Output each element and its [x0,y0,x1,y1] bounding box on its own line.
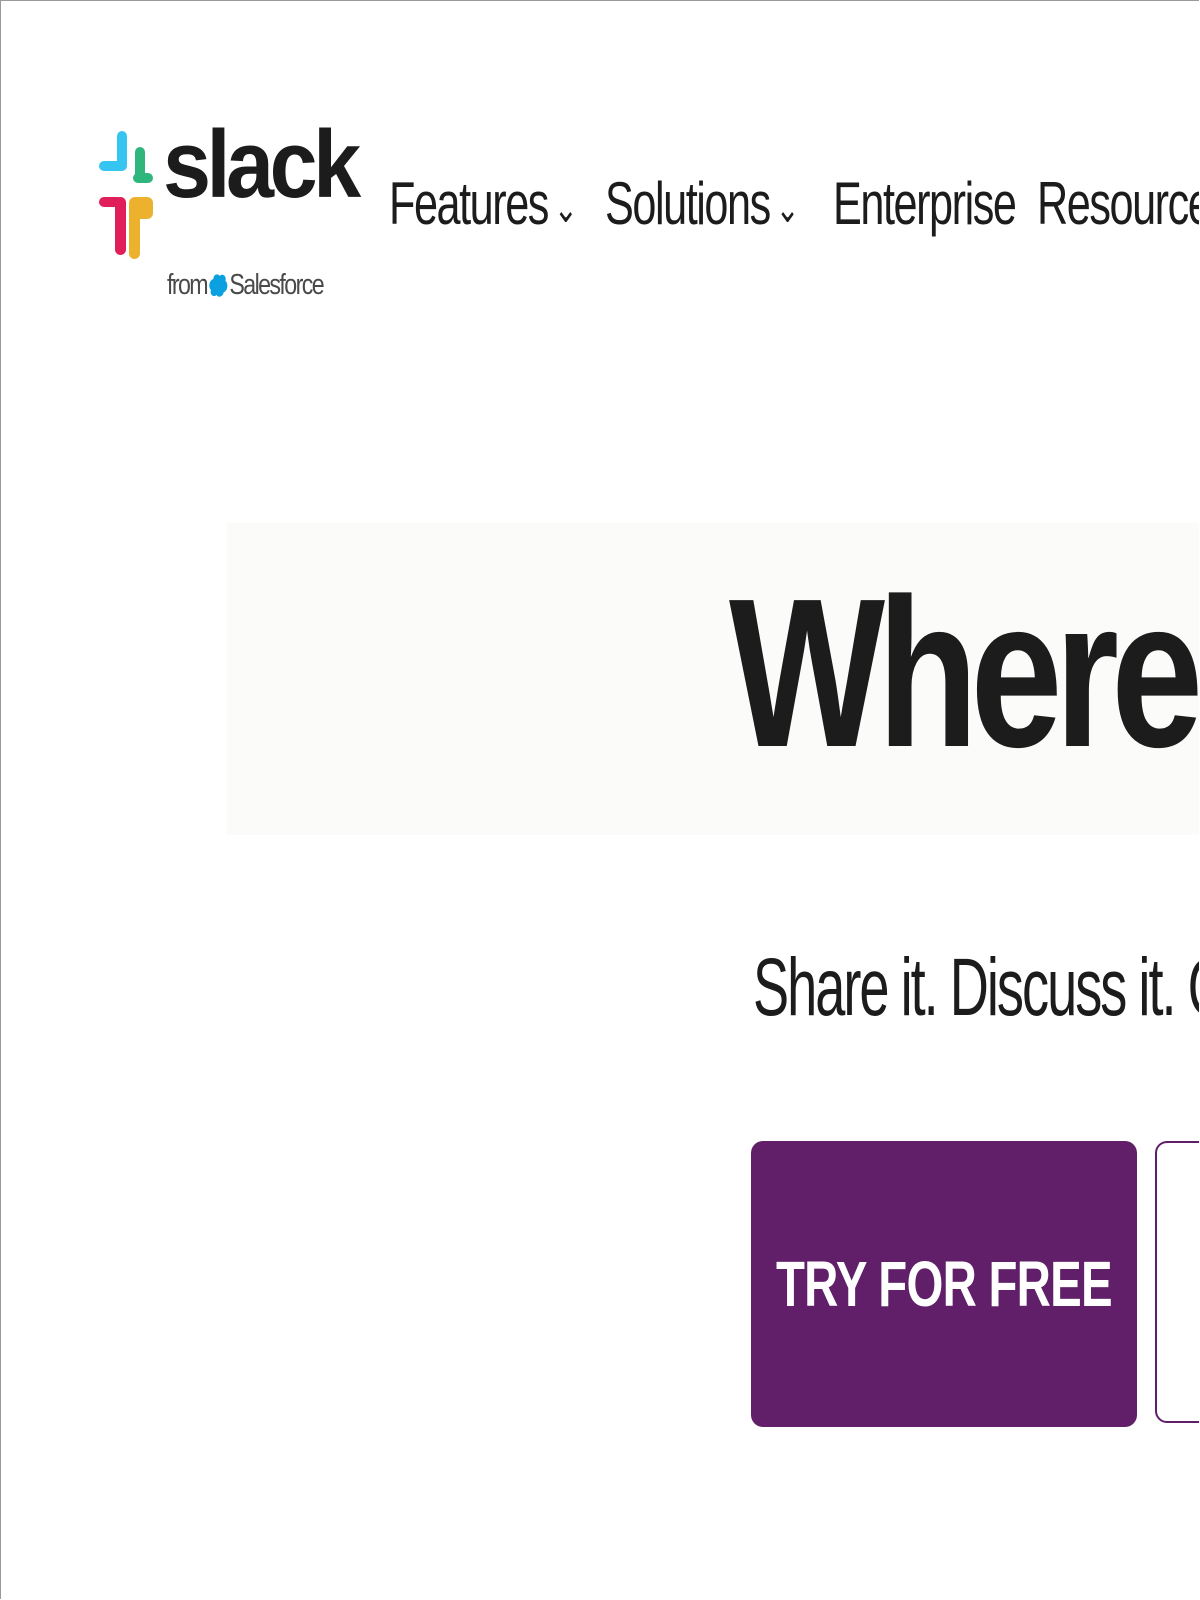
page-frame: slack from Salesforce Features ⌄ Solutio… [0,0,1199,1599]
nav-solutions-label: Solutions [605,170,771,237]
nav-features-label: Features [389,170,549,237]
nav-resources-label: Resources [1037,170,1199,237]
chevron-down-icon: ⌄ [553,186,578,231]
hero-headline: Where wo [729,567,1199,779]
nav-resources[interactable]: Resources ⌄ [1037,169,1199,238]
chevron-down-icon: ⌄ [775,186,800,231]
slack-wordmark: slack [163,111,361,218]
salesforce-label: Salesforce [229,269,324,301]
nav-features[interactable]: Features ⌄ [389,169,578,238]
salesforce-cloud-icon [209,273,228,297]
headline-part-dark: Where [729,554,1199,791]
nav-solutions[interactable]: Solutions ⌄ [605,169,800,238]
slack-hash-logo-icon [99,131,153,259]
try-for-free-label: TRY FOR FREE [776,1248,1113,1320]
nav-enterprise-label: Enterprise [833,170,1017,237]
nav-enterprise[interactable]: Enterprise [833,169,1017,238]
try-for-free-button[interactable]: TRY FOR FREE [751,1141,1137,1427]
from-label: from [167,269,209,301]
from-salesforce-tagline: from Salesforce [167,269,325,302]
slack-logo[interactable]: slack from Salesforce [99,117,361,315]
secondary-cta-button[interactable] [1155,1141,1199,1423]
hero-subheadline: Share it. Discuss it. Get it d [753,942,1199,1033]
